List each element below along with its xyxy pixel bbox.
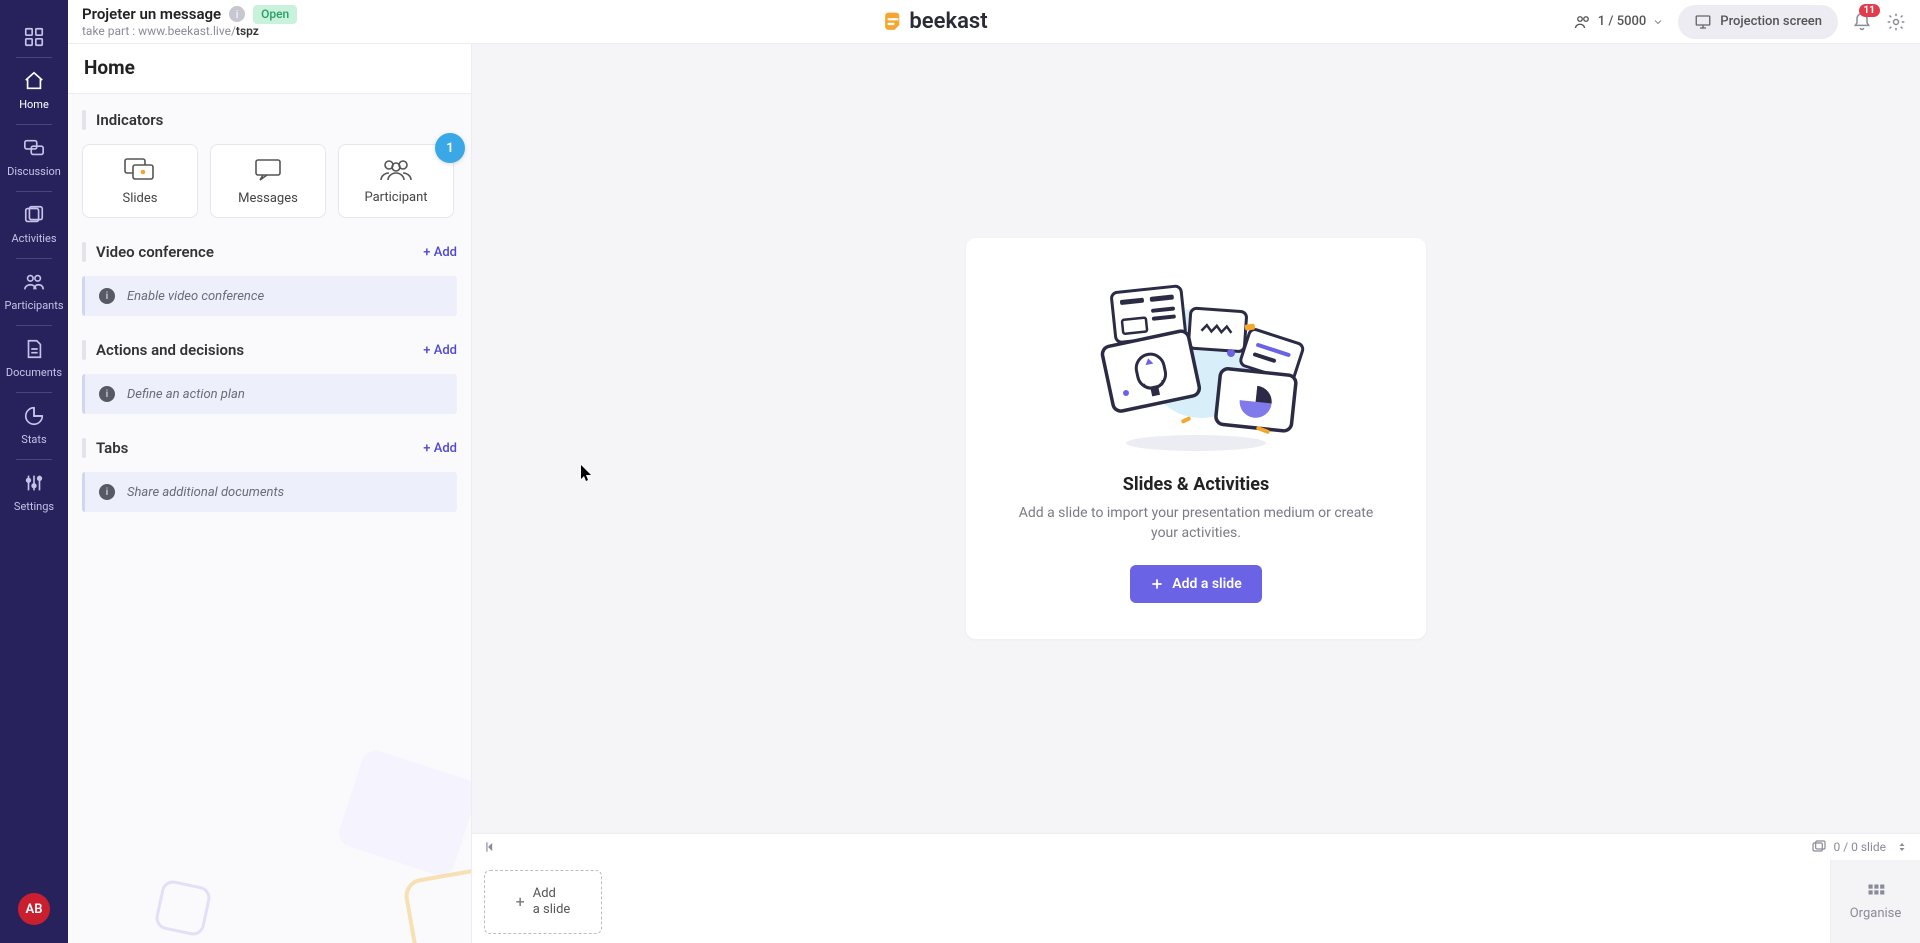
notifications-button[interactable]: 11: [1852, 12, 1872, 32]
info-icon: i: [99, 386, 115, 402]
gear-icon: [1886, 12, 1906, 32]
activities-icon: [21, 202, 47, 228]
nav-label: Activities: [12, 232, 57, 245]
collapse-strip-button[interactable]: [484, 840, 498, 854]
slide-strip: 0 / 0 slide + Add a slide: [472, 833, 1920, 943]
header: Projeter un message i Open take part : w…: [68, 0, 1920, 44]
info-icon: i: [99, 288, 115, 304]
nav-label: Stats: [21, 433, 46, 446]
sliders-icon: [21, 470, 47, 496]
collapse-icon: [484, 840, 498, 854]
section-actions-title: Actions and decisions: [96, 341, 423, 359]
indicator-messages[interactable]: Messages: [210, 144, 326, 218]
nav-label: Settings: [14, 500, 54, 513]
header-settings-button[interactable]: [1886, 12, 1906, 32]
participants-counter[interactable]: 1 / 5000: [1574, 13, 1664, 31]
screen-icon: [1694, 13, 1712, 31]
decor-blob: [335, 747, 472, 879]
session-status-chip: Open: [253, 5, 297, 23]
section-video-title: Video conference: [96, 243, 423, 261]
apps-grid-icon: [21, 24, 47, 50]
tabs-add-button[interactable]: + Add: [423, 441, 457, 456]
actions-hint[interactable]: i Define an action plan: [82, 374, 457, 414]
indicator-label: Participant: [364, 190, 427, 205]
nav-home[interactable]: Home: [0, 56, 68, 123]
messages-indicator-icon: [253, 157, 283, 183]
decor-blob: [402, 866, 472, 943]
add-slide-tile[interactable]: + Add a slide: [484, 870, 602, 934]
tabs-hint[interactable]: i Share additional documents: [82, 472, 457, 512]
nav-stats[interactable]: Stats: [0, 391, 68, 458]
slides-indicator-icon: [123, 157, 157, 183]
video-hint[interactable]: i Enable video conference: [82, 276, 457, 316]
empty-state-illustration-icon: [1081, 278, 1311, 458]
stats-icon: [21, 403, 47, 429]
people-icon: [1574, 13, 1592, 31]
home-panel: Home Indicators Slides: [68, 44, 472, 943]
info-icon: i: [99, 484, 115, 500]
nav-settings[interactable]: Settings: [0, 458, 68, 525]
add-slide-button[interactable]: Add a slide: [1130, 565, 1261, 603]
nav-apps[interactable]: [0, 12, 68, 56]
participant-indicator-icon: [379, 158, 413, 182]
participant-count-badge: 1: [435, 133, 465, 163]
video-add-button[interactable]: + Add: [423, 245, 457, 260]
plus-icon: +: [516, 892, 525, 911]
nav-label: Documents: [6, 366, 62, 379]
participants-icon: [21, 269, 47, 295]
nav-discussion[interactable]: Discussion: [0, 123, 68, 190]
section-indicators-title: Indicators: [96, 111, 457, 129]
brand-logo: beekast: [883, 9, 987, 34]
nav-activities[interactable]: Activities: [0, 190, 68, 257]
section-tabs-title: Tabs: [96, 439, 423, 457]
nav-rail: Home Discussion Activities Participants: [0, 0, 68, 943]
plus-icon: [1150, 577, 1164, 591]
chevron-down-icon: [1652, 16, 1664, 28]
empty-state-card: Slides & Activities Add a slide to impor…: [966, 238, 1426, 640]
slides-count-icon: [1811, 839, 1827, 855]
page-title: Home: [84, 56, 455, 79]
nav-label: Participants: [4, 299, 63, 312]
decor-blob: [153, 878, 212, 937]
organise-button[interactable]: Organise: [1830, 860, 1920, 943]
indicator-participant[interactable]: 1 Participant: [338, 144, 454, 218]
actions-add-button[interactable]: + Add: [423, 343, 457, 358]
indicator-label: Slides: [123, 191, 158, 206]
indicator-slides[interactable]: Slides: [82, 144, 198, 218]
session-title: Projeter un message: [82, 5, 221, 23]
empty-state-subtitle: Add a slide to import your presentation …: [1006, 503, 1386, 544]
notifications-count-badge: 11: [1859, 4, 1880, 17]
documents-icon: [21, 336, 47, 362]
session-join-url: take part : www.beekast.live/tspz: [82, 24, 297, 38]
info-icon[interactable]: i: [229, 6, 245, 22]
empty-state-title: Slides & Activities: [1006, 474, 1386, 495]
discussion-icon: [21, 135, 47, 161]
organise-grid-icon: [1866, 882, 1886, 902]
projection-screen-button[interactable]: Projection screen: [1678, 5, 1838, 39]
nav-label: Home: [19, 98, 49, 111]
slide-canvas: Slides & Activities Add a slide to impor…: [472, 44, 1920, 833]
home-icon: [21, 68, 47, 94]
cursor-icon: [580, 464, 592, 482]
nav-documents[interactable]: Documents: [0, 324, 68, 391]
slide-counter: 0 / 0 slide: [1811, 839, 1886, 855]
sort-icon[interactable]: [1896, 841, 1908, 853]
nav-label: Discussion: [7, 165, 61, 178]
nav-participants[interactable]: Participants: [0, 257, 68, 324]
indicator-label: Messages: [238, 191, 298, 206]
beekast-mark-icon: [883, 11, 903, 33]
user-avatar[interactable]: AB: [18, 893, 50, 925]
